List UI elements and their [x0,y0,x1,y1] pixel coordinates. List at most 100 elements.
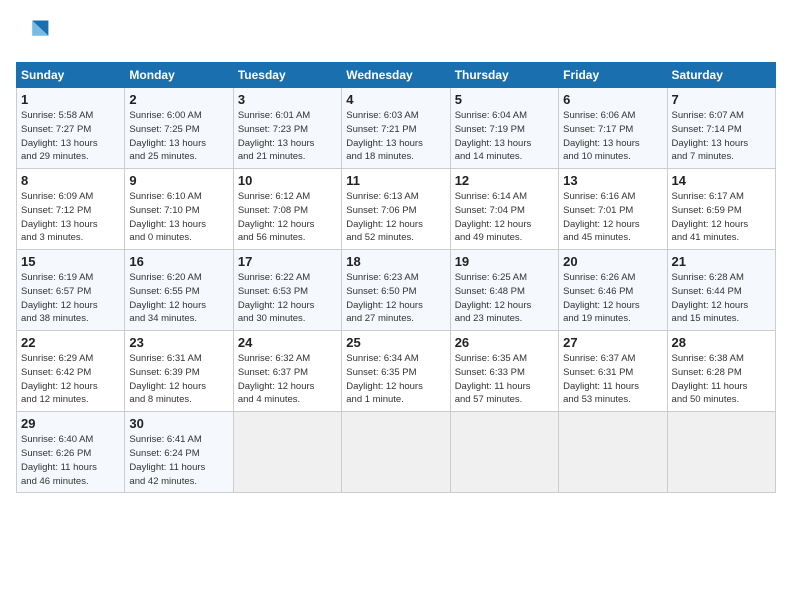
calendar-cell: 28 Sunrise: 6:38 AM Sunset: 6:28 PM Dayli… [667,331,775,412]
day-number: 17 [238,254,337,269]
day-number: 22 [21,335,120,350]
calendar-cell: 20 Sunrise: 6:26 AM Sunset: 6:46 PM Dayli… [559,250,667,331]
cell-content: Sunrise: 6:00 AM Sunset: 7:25 PM Dayligh… [129,109,228,164]
day-number: 3 [238,92,337,107]
calendar-cell: 1 Sunrise: 5:58 AM Sunset: 7:27 PM Daylig… [17,88,125,169]
header-row: SundayMondayTuesdayWednesdayThursdayFrid… [17,63,776,88]
calendar-cell [559,412,667,493]
cell-content: Sunrise: 6:14 AM Sunset: 7:04 PM Dayligh… [455,190,554,245]
calendar-cell: 21Sunrise: 6:28 AM Sunset: 6:44 PM Dayli… [667,250,775,331]
calendar-cell: 11 Sunrise: 6:13 AM Sunset: 7:06 PM Dayli… [342,169,450,250]
day-number: 15 [21,254,120,269]
calendar-cell: 3 Sunrise: 6:01 AM Sunset: 7:23 PM Daylig… [233,88,341,169]
cell-content: Sunrise: 6:41 AM Sunset: 6:24 PM Dayligh… [129,433,228,488]
calendar-cell [667,412,775,493]
day-number: 10 [238,173,337,188]
cell-content: Sunrise: 6:32 AM Sunset: 6:37 PM Dayligh… [238,352,337,407]
day-number: 29 [21,416,120,431]
cell-content: Sunrise: 6:29 AM Sunset: 6:42 PM Dayligh… [21,352,120,407]
calendar-cell: 9 Sunrise: 6:10 AM Sunset: 7:10 PM Daylig… [125,169,233,250]
week-row-4: 22 Sunrise: 6:29 AM Sunset: 6:42 PM Dayli… [17,331,776,412]
calendar-cell: 13 Sunrise: 6:16 AM Sunset: 7:01 PM Dayli… [559,169,667,250]
calendar-table: SundayMondayTuesdayWednesdayThursdayFrid… [16,62,776,493]
day-number: 13 [563,173,662,188]
day-number: 18 [346,254,445,269]
day-number: 2 [129,92,228,107]
day-number: 4 [346,92,445,107]
cell-content: Sunrise: 6:17 AM Sunset: 6:59 PM Dayligh… [672,190,771,245]
cell-content: Sunrise: 6:40 AM Sunset: 6:26 PM Dayligh… [21,433,120,488]
day-number: 8 [21,173,120,188]
calendar-cell: 2 Sunrise: 6:00 AM Sunset: 7:25 PM Daylig… [125,88,233,169]
day-number: 1 [21,92,120,107]
cell-content: Sunrise: 6:38 AM Sunset: 6:28 PM Dayligh… [672,352,771,407]
day-number: 25 [346,335,445,350]
calendar-cell: 8 Sunrise: 6:09 AM Sunset: 7:12 PM Daylig… [17,169,125,250]
calendar-cell: 26 Sunrise: 6:35 AM Sunset: 6:33 PM Dayli… [450,331,558,412]
day-number: 28 [672,335,771,350]
cell-content: Sunrise: 6:35 AM Sunset: 6:33 PM Dayligh… [455,352,554,407]
calendar-cell: 30Sunrise: 6:41 AM Sunset: 6:24 PM Dayli… [125,412,233,493]
calendar-cell: 16Sunrise: 6:20 AM Sunset: 6:55 PM Dayli… [125,250,233,331]
page-header [16,16,776,52]
day-number: 24 [238,335,337,350]
calendar-cell: 19 Sunrise: 6:25 AM Sunset: 6:48 PM Dayli… [450,250,558,331]
header-sunday: Sunday [17,63,125,88]
cell-content: Sunrise: 6:23 AM Sunset: 6:50 PM Dayligh… [346,271,445,326]
calendar-cell: 29 Sunrise: 6:40 AM Sunset: 6:26 PM Dayli… [17,412,125,493]
header-monday: Monday [125,63,233,88]
calendar-cell: 10 Sunrise: 6:12 AM Sunset: 7:08 PM Dayli… [233,169,341,250]
cell-content: Sunrise: 6:20 AM Sunset: 6:55 PM Dayligh… [129,271,228,326]
cell-content: Sunrise: 6:34 AM Sunset: 6:35 PM Dayligh… [346,352,445,407]
day-number: 12 [455,173,554,188]
calendar-cell: 17 Sunrise: 6:22 AM Sunset: 6:53 PM Dayli… [233,250,341,331]
cell-content: Sunrise: 6:12 AM Sunset: 7:08 PM Dayligh… [238,190,337,245]
day-number: 26 [455,335,554,350]
cell-content: Sunrise: 6:03 AM Sunset: 7:21 PM Dayligh… [346,109,445,164]
cell-content: Sunrise: 6:06 AM Sunset: 7:17 PM Dayligh… [563,109,662,164]
header-thursday: Thursday [450,63,558,88]
day-number: 7 [672,92,771,107]
day-number: 5 [455,92,554,107]
calendar-cell: 25 Sunrise: 6:34 AM Sunset: 6:35 PM Dayli… [342,331,450,412]
header-tuesday: Tuesday [233,63,341,88]
cell-content: Sunrise: 6:22 AM Sunset: 6:53 PM Dayligh… [238,271,337,326]
day-number: 21 [672,254,771,269]
day-number: 9 [129,173,228,188]
cell-content: Sunrise: 6:09 AM Sunset: 7:12 PM Dayligh… [21,190,120,245]
calendar-cell: 12 Sunrise: 6:14 AM Sunset: 7:04 PM Dayli… [450,169,558,250]
calendar-cell: 27Sunrise: 6:37 AM Sunset: 6:31 PM Dayli… [559,331,667,412]
week-row-5: 29 Sunrise: 6:40 AM Sunset: 6:26 PM Dayli… [17,412,776,493]
calendar-cell: 22 Sunrise: 6:29 AM Sunset: 6:42 PM Dayli… [17,331,125,412]
week-row-2: 8 Sunrise: 6:09 AM Sunset: 7:12 PM Daylig… [17,169,776,250]
calendar-cell: 15 Sunrise: 6:19 AM Sunset: 6:57 PM Dayli… [17,250,125,331]
cell-content: Sunrise: 6:10 AM Sunset: 7:10 PM Dayligh… [129,190,228,245]
header-saturday: Saturday [667,63,775,88]
cell-content: Sunrise: 6:26 AM Sunset: 6:46 PM Dayligh… [563,271,662,326]
cell-content: Sunrise: 5:58 AM Sunset: 7:27 PM Dayligh… [21,109,120,164]
cell-content: Sunrise: 6:25 AM Sunset: 6:48 PM Dayligh… [455,271,554,326]
cell-content: Sunrise: 6:37 AM Sunset: 6:31 PM Dayligh… [563,352,662,407]
calendar-cell: 24 Sunrise: 6:32 AM Sunset: 6:37 PM Dayli… [233,331,341,412]
week-row-3: 15 Sunrise: 6:19 AM Sunset: 6:57 PM Dayli… [17,250,776,331]
day-number: 11 [346,173,445,188]
cell-content: Sunrise: 6:01 AM Sunset: 7:23 PM Dayligh… [238,109,337,164]
header-wednesday: Wednesday [342,63,450,88]
cell-content: Sunrise: 6:19 AM Sunset: 6:57 PM Dayligh… [21,271,120,326]
page-container: SundayMondayTuesdayWednesdayThursdayFrid… [0,0,792,501]
calendar-cell [342,412,450,493]
calendar-cell [450,412,558,493]
calendar-cell [233,412,341,493]
cell-content: Sunrise: 6:16 AM Sunset: 7:01 PM Dayligh… [563,190,662,245]
header-friday: Friday [559,63,667,88]
cell-content: Sunrise: 6:04 AM Sunset: 7:19 PM Dayligh… [455,109,554,164]
day-number: 20 [563,254,662,269]
calendar-cell: 6Sunrise: 6:06 AM Sunset: 7:17 PM Daylig… [559,88,667,169]
logo-icon [16,16,52,52]
calendar-cell: 7Sunrise: 6:07 AM Sunset: 7:14 PM Daylig… [667,88,775,169]
calendar-cell: 14 Sunrise: 6:17 AM Sunset: 6:59 PM Dayli… [667,169,775,250]
day-number: 19 [455,254,554,269]
calendar-cell: 23Sunrise: 6:31 AM Sunset: 6:39 PM Dayli… [125,331,233,412]
day-number: 14 [672,173,771,188]
cell-content: Sunrise: 6:13 AM Sunset: 7:06 PM Dayligh… [346,190,445,245]
